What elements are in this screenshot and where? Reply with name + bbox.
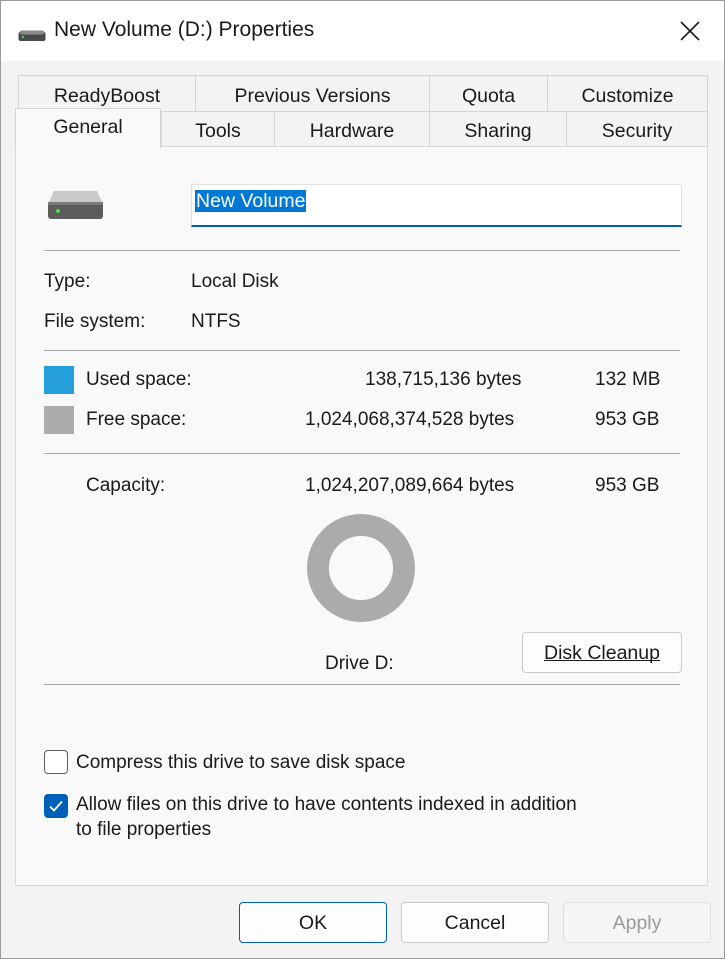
close-icon: [680, 21, 700, 41]
capacity-bytes: 1,024,207,089,664 bytes: [305, 475, 515, 496]
volume-name-input[interactable]: New Volume: [191, 184, 682, 227]
tab-sharing[interactable]: Sharing: [429, 111, 566, 147]
index-checkbox[interactable]: [44, 794, 68, 818]
index-label-line2[interactable]: to file properties: [76, 819, 211, 841]
tab-customize[interactable]: Customize: [547, 75, 708, 111]
free-space-size: 953 GB: [595, 409, 660, 430]
drive-label: Drive D:: [325, 653, 394, 674]
capacity-size: 953 GB: [595, 475, 660, 496]
tab-quota[interactable]: Quota: [429, 75, 547, 111]
used-space-size: 132 MB: [595, 369, 661, 390]
tab-tools[interactable]: Tools: [161, 111, 274, 147]
divider: [44, 350, 680, 351]
compress-checkbox[interactable]: [44, 750, 68, 774]
title-bar[interactable]: New Volume (D:) Properties: [1, 1, 724, 61]
disk-usage-donut: [307, 514, 415, 622]
apply-button[interactable]: Apply: [563, 902, 711, 943]
free-space-label: Free space:: [86, 409, 187, 430]
tab-security[interactable]: Security: [566, 111, 708, 147]
divider: [44, 453, 680, 454]
tab-general[interactable]: General: [15, 108, 161, 148]
properties-dialog: New Volume (D:) Properties ReadyBoost Pr…: [0, 0, 725, 959]
type-label: Type:: [44, 271, 91, 292]
type-value: Local Disk: [191, 271, 279, 292]
capacity-label: Capacity:: [86, 475, 166, 496]
drive-icon: [18, 26, 46, 41]
free-space-bytes: 1,024,068,374,528 bytes: [305, 409, 515, 430]
close-button[interactable]: [665, 9, 715, 53]
checkmark-icon: [49, 800, 63, 812]
drive-icon: [47, 190, 104, 226]
file-system-value: NTFS: [191, 311, 241, 332]
divider: [44, 250, 680, 251]
used-space-bytes: 138,715,136 bytes: [365, 369, 522, 390]
disk-cleanup-button[interactable]: Disk Cleanup: [522, 632, 682, 673]
index-label-line1[interactable]: Allow files on this drive to have conten…: [76, 794, 577, 816]
tab-readyboost[interactable]: ReadyBoost: [18, 75, 195, 111]
ok-button[interactable]: OK: [239, 902, 387, 943]
cancel-button[interactable]: Cancel: [401, 902, 549, 943]
tab-previous-versions[interactable]: Previous Versions: [195, 75, 429, 111]
volume-name-text: New Volume: [195, 190, 307, 212]
free-space-swatch: [44, 406, 74, 434]
divider: [44, 684, 680, 685]
used-space-label: Used space:: [86, 369, 192, 390]
window-title: New Volume (D:) Properties: [54, 18, 315, 41]
free-space-ring: [307, 514, 415, 622]
compress-label[interactable]: Compress this drive to save disk space: [76, 752, 405, 774]
tab-hardware[interactable]: Hardware: [274, 111, 429, 147]
used-space-swatch: [44, 366, 74, 394]
file-system-label: File system:: [44, 311, 146, 332]
